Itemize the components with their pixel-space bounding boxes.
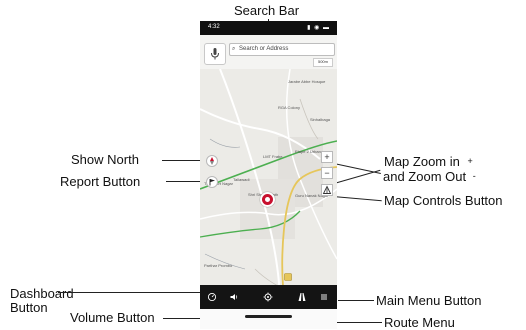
callout-show-north: Show North — [71, 152, 139, 167]
map-scale: 500m — [313, 58, 333, 67]
callout-map-zoom-plus: + — [467, 156, 473, 166]
leader-map-controls — [332, 196, 382, 202]
road-icon — [298, 293, 306, 301]
road-shield-icon — [284, 273, 292, 281]
callout-map-zoom-2: and Zoom Out - — [383, 170, 476, 185]
callout-search-bar: Search Bar — [234, 3, 300, 18]
crosshair-icon — [263, 292, 273, 302]
show-north-button[interactable] — [206, 155, 218, 167]
search-icon: ⌕ — [232, 46, 236, 52]
volume-button[interactable] — [228, 292, 240, 305]
leader-dashboard — [58, 292, 206, 293]
callout-map-zoom-minus: - — [472, 171, 476, 181]
map-label: Parthar Prombo — [204, 263, 233, 268]
home-indicator[interactable] — [245, 315, 292, 318]
status-icons: ▮ ◉ ▬ — [307, 25, 330, 31]
map-label: Tallawadi — [233, 177, 250, 182]
status-time: 4:32 — [208, 24, 220, 30]
status-bar: 4:32 ▮ ◉ ▬ — [200, 21, 337, 35]
flag-icon — [209, 179, 215, 186]
report-button[interactable] — [206, 176, 218, 188]
microphone-button[interactable] — [204, 43, 226, 65]
hamburger-menu-icon — [321, 294, 327, 300]
callout-main-menu-button: Main Menu Button — [376, 293, 482, 308]
map-layers-icon — [322, 185, 332, 194]
leader-main-menu — [338, 300, 374, 301]
map-view[interactable]: Jarabe Abbe Hosque RGA Colony Sinhalbaga… — [200, 68, 337, 306]
callout-dashboard-line1: Dashboard — [10, 286, 74, 301]
callout-dashboard-line2: Button — [10, 300, 48, 315]
microphone-icon — [211, 48, 219, 60]
map-label: LMT Frabe — [263, 154, 283, 159]
route-menu-button[interactable] — [296, 292, 308, 305]
callout-report-button: Report Button — [60, 174, 141, 189]
map-label: Jarabe Abbe Hosque — [288, 79, 326, 84]
bottom-safe-area — [200, 309, 337, 329]
search-placeholder: Search or Address — [239, 46, 289, 52]
map-label: Etape 2 Urban — [295, 149, 321, 154]
main-menu-button[interactable] — [318, 292, 330, 305]
current-location-marker[interactable] — [260, 192, 275, 207]
search-bar[interactable]: ⌕ Search or Address — [229, 43, 335, 56]
bottom-bar — [200, 285, 337, 309]
zoom-in-button[interactable]: + — [321, 151, 333, 163]
callout-map-zoom: Map Zoom in + — [384, 155, 473, 170]
recenter-button[interactable] — [262, 292, 274, 305]
speaker-icon — [230, 294, 238, 300]
phone-screen: Jarabe Abbe Hosque RGA Colony Sinhalbaga… — [200, 21, 337, 329]
callout-map-controls-button: Map Controls Button — [384, 193, 503, 208]
leader-zoom-out — [334, 169, 381, 184]
callout-map-zoom-line2: and Zoom Out — [383, 169, 467, 184]
callout-map-zoom-line1: Map Zoom in — [384, 154, 460, 169]
compass-icon — [210, 157, 214, 165]
map-controls-button[interactable] — [321, 184, 333, 196]
map-label: Sinhalbaga — [310, 117, 331, 122]
callout-route-menu: Route Menu — [384, 315, 455, 330]
map-canvas — [200, 68, 337, 306]
zoom-out-button[interactable]: − — [321, 167, 333, 179]
speedometer-icon — [207, 292, 217, 302]
dashboard-button[interactable] — [206, 292, 218, 305]
callout-volume-button: Volume Button — [70, 310, 155, 325]
map-label: RGA Colony — [278, 105, 301, 110]
